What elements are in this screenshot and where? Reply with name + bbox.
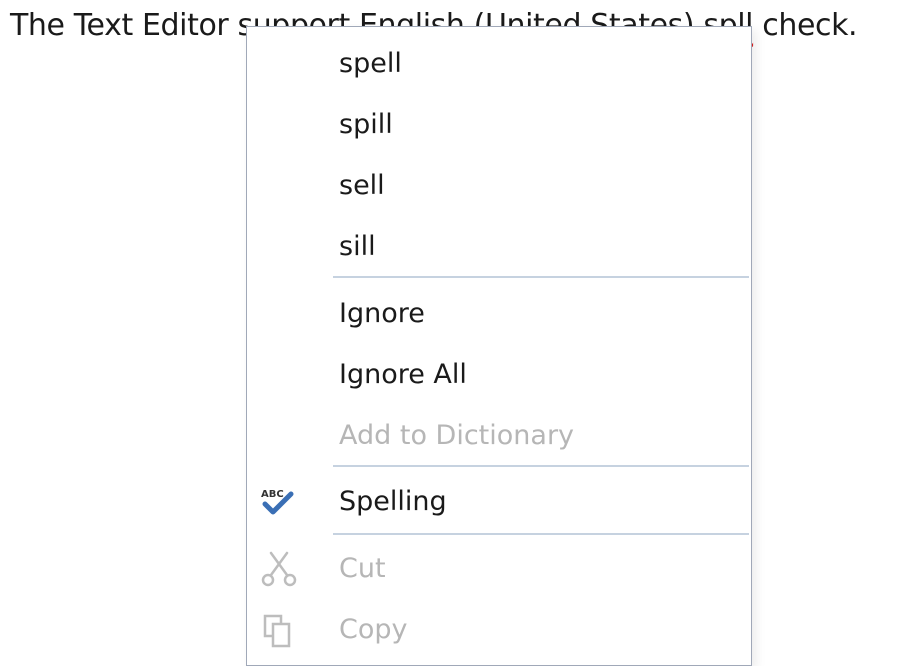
copy-icon <box>259 612 299 648</box>
add-to-dictionary-label: Add to Dictionary <box>339 420 575 451</box>
editor-text-after: check. <box>753 8 858 43</box>
suggestion-sill[interactable]: sill <box>247 218 751 276</box>
scissors-icon <box>259 551 299 587</box>
spelling-label: Spelling <box>339 486 447 517</box>
spelling-menu-item[interactable]: ABC Spelling <box>247 473 751 531</box>
cut-label: Cut <box>339 553 386 584</box>
ignore-label: Ignore <box>339 298 425 329</box>
copy-label: Copy <box>339 614 408 645</box>
abc-text: ABC <box>261 489 284 500</box>
spellcheck-context-menu: spell spill sell sill Ignore Ignore All … <box>246 26 752 666</box>
suggestion-label: spell <box>339 48 402 79</box>
cut-menu-item[interactable]: Cut <box>247 540 751 598</box>
add-to-dictionary-menu-item[interactable]: Add to Dictionary <box>247 407 751 465</box>
ignore-menu-item[interactable]: Ignore <box>247 285 751 343</box>
ignore-all-menu-item[interactable]: Ignore All <box>247 346 751 404</box>
ignore-all-label: Ignore All <box>339 359 467 390</box>
suggestion-label: sill <box>339 231 376 262</box>
menu-separator <box>333 465 749 467</box>
spelling-check-icon: ABC <box>259 484 299 520</box>
suggestion-label: sell <box>339 170 385 201</box>
copy-menu-item[interactable]: Copy <box>247 601 751 659</box>
suggestion-sell[interactable]: sell <box>247 157 751 215</box>
suggestion-spill[interactable]: spill <box>247 96 751 154</box>
suggestion-spell[interactable]: spell <box>247 35 751 93</box>
suggestion-label: spill <box>339 109 393 140</box>
menu-separator <box>333 276 749 278</box>
menu-separator <box>333 533 749 535</box>
text-editor[interactable]: The Text Editor support English (United … <box>0 0 922 666</box>
